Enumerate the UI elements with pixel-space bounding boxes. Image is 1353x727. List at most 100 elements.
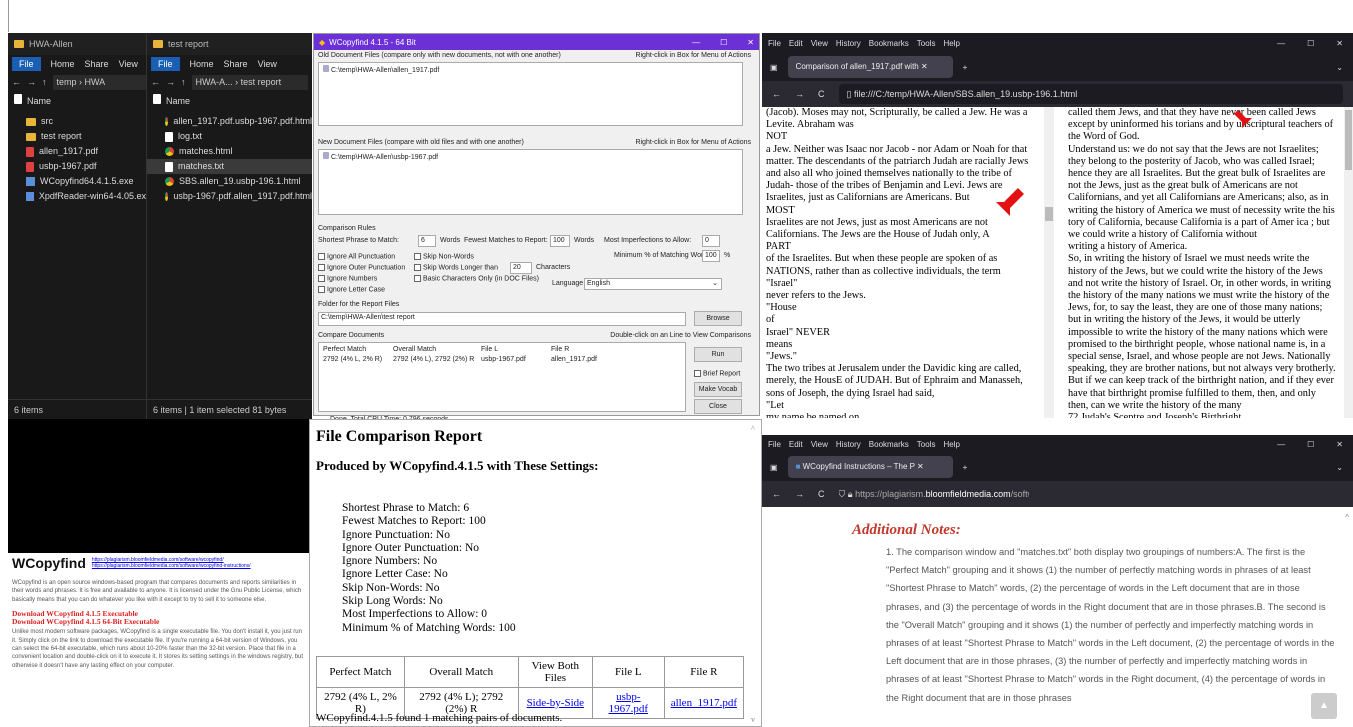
checkbox-ignore-outer[interactable]: Ignore Outer Punctuation — [318, 264, 405, 271]
menu-tools[interactable]: Tools — [917, 440, 936, 449]
maximize-icon[interactable]: ☐ — [1307, 39, 1314, 48]
new-tab-icon[interactable]: + — [963, 463, 968, 472]
browse-button[interactable]: Browse — [694, 311, 742, 326]
reload-icon[interactable]: C — [818, 89, 825, 99]
menu-file[interactable]: File — [768, 39, 781, 48]
tab-instructions[interactable]: ■ WCopyfind Instructions – The P ✕ — [787, 456, 953, 478]
minimize-icon[interactable]: — — [1277, 440, 1285, 449]
checkbox-brief-report[interactable]: Brief Report — [694, 370, 740, 377]
scrollbar[interactable]: ^ v — [751, 424, 759, 724]
url-input[interactable]: ⛉ 🔒︎ https://plagiarism.bloomfieldmedia.… — [839, 489, 1029, 500]
scroll-up-icon[interactable]: ^ — [1345, 509, 1349, 527]
back-icon[interactable]: ← — [12, 77, 21, 87]
forward-icon[interactable]: → — [27, 77, 36, 87]
ribbon-tab-view[interactable]: View — [258, 59, 277, 69]
table-row[interactable]: 2792 (4% L, 2% R) 2792 (4% L), 2792 (2%)… — [319, 353, 685, 366]
url-input[interactable]: ▯ file:///C:/temp/HWA-Allen/SBS.allen_19… — [838, 84, 1343, 104]
language-select[interactable]: English ⌄ — [584, 278, 722, 290]
back-to-top-button[interactable]: ▲ — [1311, 693, 1337, 719]
imperf-input[interactable]: 0 — [702, 235, 720, 247]
back-icon[interactable]: ← — [772, 489, 781, 499]
ribbon-tab-home[interactable]: Home — [190, 59, 214, 69]
list-item[interactable]: allen_1917.pdf.usbp-1967.pdf.html — [147, 114, 312, 129]
menu-help[interactable]: Help — [943, 39, 959, 48]
forward-icon[interactable]: → — [166, 77, 175, 87]
list-item[interactable]: usbp-1967.pdf — [8, 159, 151, 174]
list-item[interactable]: test report — [8, 129, 151, 144]
checkbox-icon[interactable] — [153, 94, 161, 104]
tab-comparison[interactable]: Comparison of allen_1917.pdf with ✕ — [787, 56, 953, 78]
download-link-64[interactable]: Download WCopyfind 4.1.5 64-Bit Executab… — [12, 618, 305, 626]
list-item[interactable]: C:\temp\HWA-Allen\usbp-1967.pdf — [319, 150, 742, 163]
ribbon-tab-view[interactable]: View — [119, 59, 138, 69]
up-icon[interactable]: ↑ — [181, 77, 186, 87]
list-item[interactable]: WCopyfind64.4.1.5.exe — [8, 174, 151, 189]
new-tab-icon[interactable]: + — [963, 63, 968, 72]
column-header-name[interactable]: Name — [147, 92, 312, 110]
run-button[interactable]: Run — [694, 347, 742, 362]
folder-input[interactable]: C:\temp\HWA-Allen\test report — [318, 312, 686, 326]
menu-edit[interactable]: Edit — [789, 39, 803, 48]
reload-icon[interactable]: C — [818, 489, 825, 499]
list-item[interactable]: C:\temp\HWA-Allen\allen_1917.pdf — [319, 63, 742, 76]
file-l-link[interactable]: usbp-1967.pdf — [591, 687, 665, 719]
menu-help[interactable]: Help — [943, 440, 959, 449]
ribbon-tab-share[interactable]: Share — [224, 59, 248, 69]
scrollbar[interactable] — [1044, 107, 1054, 418]
close-icon[interactable]: ✕ — [1336, 39, 1343, 48]
checkbox-skip-longer[interactable]: Skip Words Longer than — [414, 264, 498, 271]
minimize-icon[interactable]: — — [1277, 39, 1285, 48]
close-button[interactable]: Close — [694, 399, 742, 414]
menu-history[interactable]: History — [836, 440, 861, 449]
menu-bookmarks[interactable]: Bookmarks — [869, 39, 909, 48]
column-header-name[interactable]: Name — [8, 92, 151, 110]
list-item[interactable]: matches.html — [147, 144, 312, 159]
close-icon[interactable]: ✕ — [747, 38, 754, 47]
menu-history[interactable]: History — [836, 39, 861, 48]
make-vocab-button[interactable]: Make Vocab — [694, 382, 742, 397]
forward-icon[interactable]: → — [795, 489, 804, 499]
checkbox-ignore-punctuation[interactable]: Ignore All Punctuation — [318, 253, 395, 260]
maximize-icon[interactable]: ☐ — [1307, 440, 1314, 449]
list-item[interactable]: src — [8, 114, 151, 129]
checkbox-basic-chars[interactable]: Basic Characters Only (in DOC Files) — [414, 275, 539, 282]
shortest-input[interactable]: 6 — [418, 235, 436, 247]
tab-list-icon[interactable]: ▣ — [770, 63, 778, 72]
back-icon[interactable]: ← — [151, 77, 160, 87]
breadcrumb[interactable]: HWA-A... › test report — [191, 74, 308, 90]
chevron-down-icon[interactable]: ⌄ — [1336, 63, 1343, 72]
close-icon[interactable]: ✕ — [1336, 440, 1343, 449]
menu-edit[interactable]: Edit — [789, 440, 803, 449]
checkbox-ignore-case[interactable]: Ignore Letter Case — [318, 286, 385, 293]
scrollbar[interactable] — [1344, 107, 1353, 418]
skip-longer-input[interactable]: 20 — [510, 262, 532, 274]
list-item[interactable]: allen_1917.pdf — [8, 144, 151, 159]
up-icon[interactable]: ↑ — [42, 77, 47, 87]
results-table[interactable]: Perfect Match Overall Match File L File … — [318, 342, 686, 412]
forward-icon[interactable]: → — [795, 89, 804, 99]
list-item[interactable]: usbp-1967.pdf.allen_1917.pdf.html — [147, 189, 312, 204]
chevron-down-icon[interactable]: ⌄ — [1336, 463, 1343, 472]
minimize-icon[interactable]: — — [692, 38, 700, 47]
ribbon-tab-file[interactable]: File — [12, 56, 41, 71]
menu-tools[interactable]: Tools — [917, 39, 936, 48]
ribbon-tab-home[interactable]: Home — [51, 59, 75, 69]
menu-view[interactable]: View — [811, 440, 828, 449]
ribbon-tab-share[interactable]: Share — [85, 59, 109, 69]
list-item[interactable]: XpdfReader-win64-4.05.exe — [8, 189, 151, 204]
checkbox-ignore-numbers[interactable]: Ignore Numbers — [318, 275, 377, 282]
back-icon[interactable]: ← — [772, 89, 781, 99]
file-r-link[interactable]: allen_1917.pdf — [663, 687, 745, 719]
minpct-input[interactable]: 100 — [702, 250, 720, 262]
checkbox-skip-nonwords[interactable]: Skip Non-Words — [414, 253, 474, 260]
new-docs-list[interactable]: C:\temp\HWA-Allen\usbp-1967.pdf — [318, 149, 743, 215]
menu-file[interactable]: File — [768, 440, 781, 449]
old-docs-list[interactable]: C:\temp\HWA-Allen\allen_1917.pdf — [318, 62, 743, 126]
tab-list-icon[interactable]: ▣ — [770, 463, 778, 472]
breadcrumb[interactable]: temp › HWA — [52, 74, 147, 90]
fewest-input[interactable]: 100 — [550, 235, 570, 247]
list-item-selected[interactable]: matches.txt — [147, 159, 312, 174]
maximize-icon[interactable]: ☐ — [720, 38, 727, 47]
menu-view[interactable]: View — [811, 39, 828, 48]
list-item[interactable]: log.txt — [147, 129, 312, 144]
